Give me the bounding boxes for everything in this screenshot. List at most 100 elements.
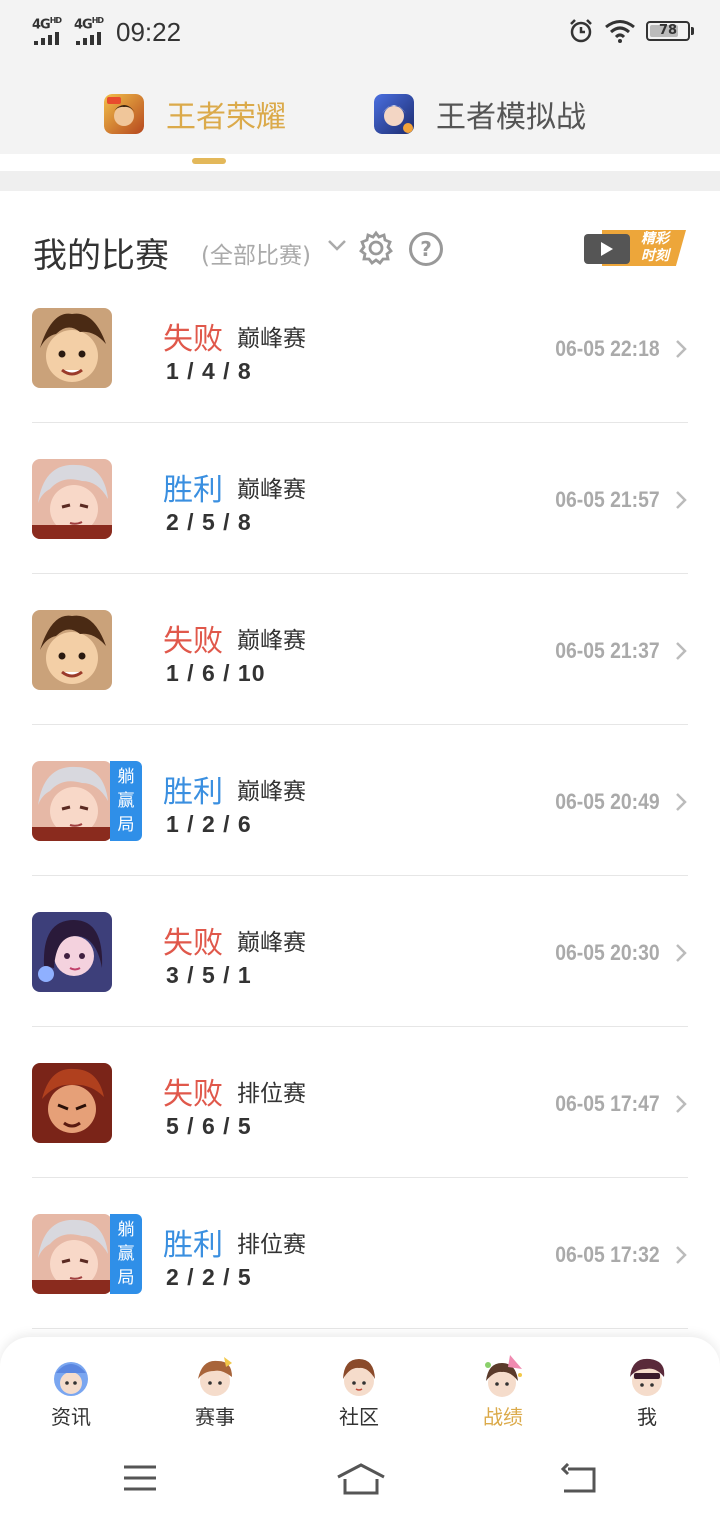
nav-label: 我 [637,1405,657,1429]
status-time: 09:22 [116,17,182,47]
match-kda: 1 / 4 / 8 [166,358,252,384]
match-mode: 巅峰赛 [237,930,306,956]
alarm-icon [570,19,592,43]
match-time: 06-05 21:37 [555,638,660,663]
bottom-navigation: 资讯 赛事 社区 战绩 我 [0,1337,720,1437]
community-mascot-icon [336,1353,382,1399]
settings-gear-icon[interactable] [358,230,394,266]
match-row[interactable]: 胜利 巅峰赛 2 / 5 / 8 06-05 21:57 [0,423,720,574]
honor-of-kings-app-icon [104,94,144,134]
signal-4g-1-icon: 4GHD [32,16,68,45]
home-icon[interactable] [336,1463,386,1495]
video-camera-icon [584,234,630,264]
match-result: 失败 [163,322,223,357]
chevron-right-icon [676,944,687,962]
match-mode: 巅峰赛 [237,326,306,352]
hero-avatar [32,761,112,841]
news-mascot-icon [48,1353,94,1399]
battery-icon: 78 [646,21,694,41]
nav-label: 赛事 [195,1405,235,1429]
match-result: 胜利 [163,775,223,810]
highlight-line1: 精彩 [641,231,669,247]
section-divider [0,171,720,191]
chevron-right-icon [676,1095,687,1113]
match-result: 胜利 [163,473,223,508]
back-icon[interactable] [560,1463,598,1495]
nav-item[interactable]: 资讯 [26,1353,116,1430]
lay-win-badge-char: 躺 [117,1220,135,1240]
match-kda: 3 / 5 / 1 [166,962,252,988]
hero-avatar [32,308,112,388]
active-tab-indicator [192,158,226,164]
lay-win-badge-char: 局 [117,815,135,835]
match-result: 胜利 [163,1228,223,1263]
menu-icon[interactable] [122,1463,158,1493]
match-row[interactable]: 失败 巅峰赛 1 / 6 / 10 06-05 21:37 [0,574,720,725]
match-kda: 5 / 6 / 5 [166,1113,252,1139]
match-mode: 巅峰赛 [237,779,306,805]
me-mascot-icon [624,1353,670,1399]
highlight-line2: 时刻 [641,248,669,264]
wifi-icon [605,20,635,43]
hero-avatar [32,610,112,690]
game-tabs: 王者荣耀 王者模拟战 [0,66,720,154]
match-time: 06-05 22:18 [555,336,660,361]
status-bar: 4GHD 4GHD 09:22 78 [0,0,720,66]
match-result: 失败 [163,1077,223,1112]
match-mode: 巅峰赛 [237,628,306,654]
nav-item[interactable]: 战绩 [458,1353,548,1430]
hero-avatar [32,459,112,539]
match-row[interactable]: 失败 巅峰赛 3 / 5 / 1 06-05 20:30 [0,876,720,1027]
match-row[interactable]: 失败 排位赛 5 / 6 / 5 06-05 17:47 [0,1027,720,1178]
match-row[interactable]: 躺赢局 胜利 排位赛 2 / 2 / 5 06-05 17:32 [0,1178,720,1329]
match-row[interactable]: 失败 巅峰赛 1 / 4 / 8 06-05 22:18 [0,272,720,423]
hero-avatar [32,1063,112,1143]
match-result: 失败 [163,624,223,659]
match-result: 失败 [163,926,223,961]
lay-win-badge-char: 躺 [117,767,135,787]
lay-win-badge-char: 局 [117,1268,135,1288]
system-navigation-bar [0,1437,720,1520]
tab-honor-of-kings[interactable]: 王者荣耀 [104,92,286,136]
match-time: 06-05 20:30 [555,940,660,965]
nav-item[interactable]: 社区 [314,1353,404,1430]
chevron-right-icon [676,793,687,811]
nav-item[interactable]: 我 [602,1353,692,1430]
tab-label: 王者荣耀 [166,100,286,135]
nav-label: 资讯 [51,1405,91,1429]
tab-kings-simulator[interactable]: 王者模拟战 [374,92,586,136]
help-icon[interactable]: ? [409,232,443,266]
nav-item[interactable]: 赛事 [170,1353,260,1430]
match-mode: 排位赛 [237,1232,306,1258]
hero-avatar [32,1214,112,1294]
nav-label: 战绩 [483,1405,523,1429]
row-divider [32,1328,688,1329]
match-time: 06-05 21:57 [555,487,660,512]
match-time: 06-05 20:49 [555,789,660,814]
hero-avatar [32,912,112,992]
match-time: 06-05 17:32 [555,1242,660,1267]
match-filter-dropdown[interactable]: (全部比赛) [201,236,311,270]
tab-label: 王者模拟战 [436,100,586,135]
match-mode: 巅峰赛 [237,477,306,503]
record-mascot-icon [480,1353,526,1399]
lay-win-badge-char: 赢 [117,791,135,811]
chevron-right-icon [676,491,687,509]
match-row[interactable]: 躺赢局胜利 巅峰赛 1 / 2 / 6 06-05 20:49 [0,725,720,876]
chevron-down-icon[interactable] [327,238,347,252]
chevron-right-icon [676,642,687,660]
match-kda: 2 / 2 / 5 [166,1264,252,1290]
nav-label: 社区 [339,1405,379,1429]
kings-simulator-app-icon [374,94,414,134]
match-mode: 排位赛 [237,1081,306,1107]
battery-percent: 78 [658,23,678,38]
lay-win-badge: 躺赢局 [110,761,142,841]
my-matches-title: 我的比赛 [33,236,169,276]
signal-4g-2-icon: 4GHD [74,16,110,45]
highlight-moments-button[interactable]: 精彩 时刻 [584,228,686,268]
lay-win-badge-char: 赢 [117,1244,135,1264]
match-kda: 1 / 2 / 6 [166,811,252,837]
match-kda: 1 / 6 / 10 [166,660,266,686]
chevron-right-icon [676,340,687,358]
events-mascot-icon [192,1353,238,1399]
